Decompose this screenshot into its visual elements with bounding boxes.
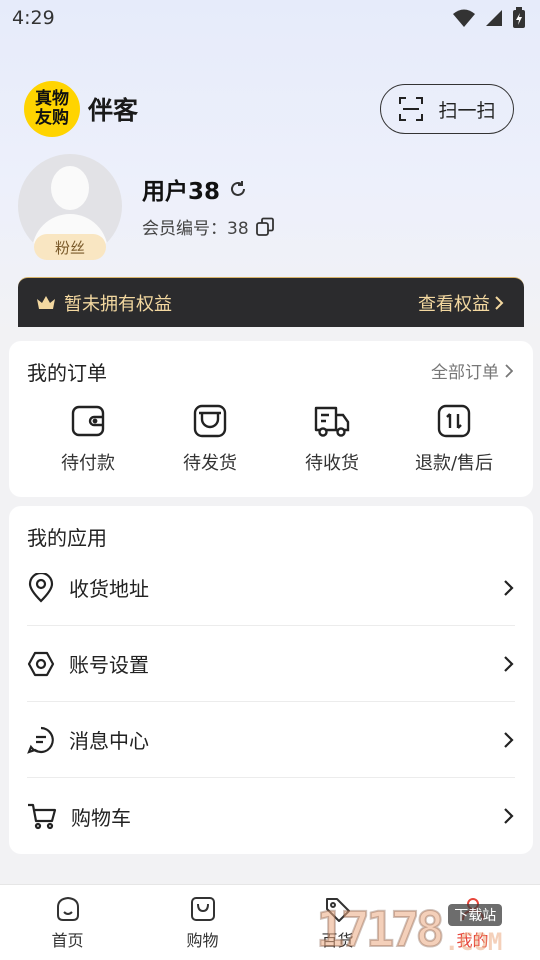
app-item-account-settings[interactable]: 账号设置 [27,626,515,702]
chevron-right-icon [503,579,515,597]
app-logo: 真物 友购 [24,81,80,137]
settings-icon [27,650,55,678]
watermark: 17178 下载站 .COM [315,900,540,960]
app-name: 伴客 [88,96,139,125]
chevron-right-icon [494,295,504,311]
copy-icon[interactable] [255,217,275,237]
all-orders-link[interactable]: 全部订单 [431,358,513,383]
tab-label: 首页 [51,931,84,950]
chevron-right-icon [503,807,515,825]
app-item-address[interactable]: 收货地址 [27,550,515,626]
package-icon [192,403,228,439]
scan-button[interactable]: 扫一扫 [380,84,514,134]
order-item-label: 待收货 [305,453,359,474]
member-number: 会员编号：38 [142,219,249,239]
order-pending-payment[interactable]: 待付款 [27,403,149,483]
chevron-right-icon [503,655,515,673]
order-pending-shipment[interactable]: 待发货 [149,403,271,483]
cart-icon [27,802,57,830]
scan-label: 扫一扫 [438,99,496,122]
tab-label: 购物 [186,931,219,950]
membership-status-label: 暂未拥有权益 [64,293,172,315]
app-item-label: 收货地址 [69,577,149,601]
status-bar: 4:29 [0,0,540,36]
app-item-label: 购物车 [71,805,131,830]
header: 真物 友购 伴客 扫一扫 [24,80,514,138]
view-benefits-link[interactable]: 查看权益 [418,290,504,316]
app-item-cart[interactable]: 购物车 [27,778,515,854]
status-icons [452,7,526,29]
app-item-message-center[interactable]: 消息中心 [27,702,515,778]
apps-card: 我的应用 收货地址 账号设置 消息中心 购物车 [9,506,533,854]
membership-bar[interactable]: 暂未拥有权益 查看权益 [18,277,524,327]
watermark-suffix: .COM [444,928,503,956]
message-icon [27,726,55,754]
location-icon [27,572,55,603]
logo-line-1: 真物 [35,89,69,109]
logo-line-2: 友购 [35,108,69,128]
order-pending-receipt[interactable]: 待收货 [271,403,393,483]
order-item-label: 待发货 [183,453,237,474]
member-number-row: 会员编号：38 [142,214,275,239]
watermark-tag: 下载站 [448,904,503,926]
user-name-row: 用户38 [142,172,248,206]
membership-status: 暂未拥有权益 [36,290,172,316]
chevron-right-icon [503,731,515,749]
order-refund-aftersale[interactable]: 退款/售后 [393,403,515,483]
profile-section: 粉丝 用户38 会员编号：38 [18,154,522,264]
app-item-label: 消息中心 [69,729,149,753]
tab-home[interactable]: 首页 [0,885,135,960]
all-orders-label: 全部订单 [431,363,499,383]
orders-card: 我的订单 全部订单 待付款 待发货 待收货 退款/售后 [9,341,533,497]
home-icon [54,895,82,923]
tab-shopping[interactable]: 购物 [135,885,270,960]
app-list: 收货地址 账号设置 消息中心 购物车 [27,550,515,854]
user-name: 用户38 [142,179,221,205]
fan-badge: 粉丝 [34,234,106,260]
scan-icon [398,96,424,122]
orders-title: 我的订单 [27,361,107,385]
order-status-row: 待付款 待发货 待收货 退款/售后 [27,403,515,483]
watermark-number: 17178 [315,901,445,959]
signal-icon [484,8,504,28]
apps-title: 我的应用 [27,526,107,550]
app-item-label: 账号设置 [69,653,149,677]
battery-icon [512,7,526,29]
refresh-icon[interactable] [228,179,248,199]
wifi-icon [452,8,476,28]
chevron-right-icon [505,363,513,378]
truck-icon [313,403,351,439]
order-item-label: 退款/售后 [414,453,494,474]
refund-icon [436,403,472,439]
view-benefits-label: 查看权益 [418,293,490,315]
order-item-label: 待付款 [61,453,115,474]
crown-icon [36,295,56,311]
status-time: 4:29 [12,7,55,29]
wallet-icon [70,403,106,439]
shopping-bag-icon [189,895,217,923]
brand: 真物 友购 伴客 [24,81,138,137]
